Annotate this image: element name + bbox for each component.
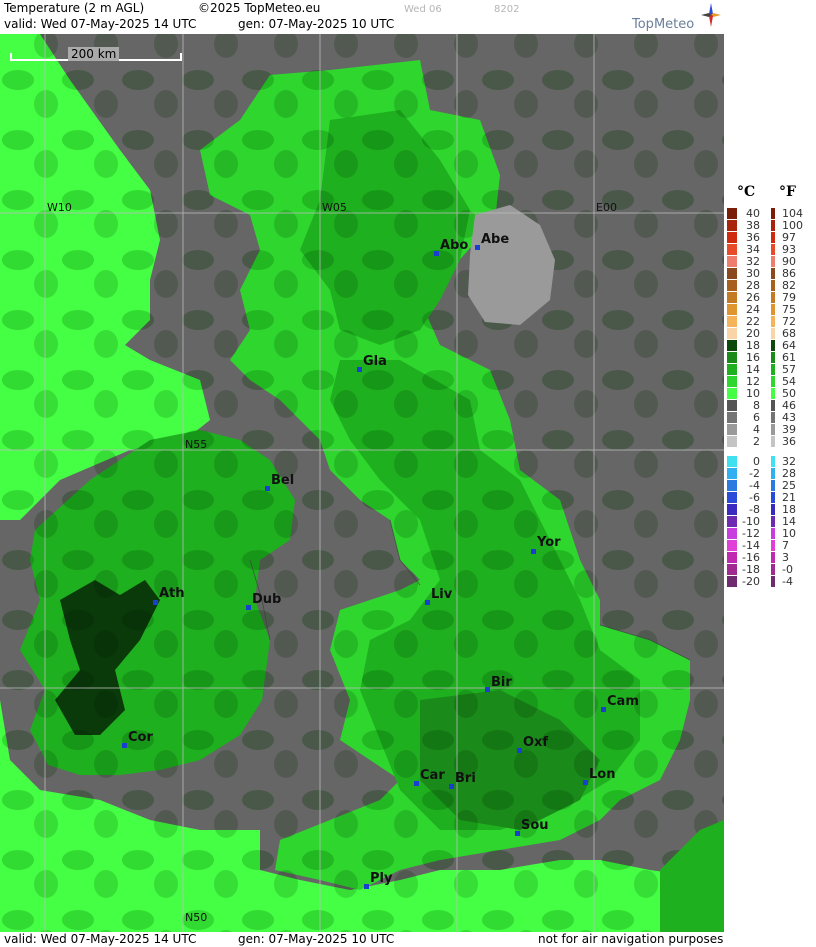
city-label: Car <box>420 768 445 783</box>
city-marker[interactable] <box>122 743 127 748</box>
legend-swatch-fahrenheit <box>771 424 775 435</box>
generation-time: gen: 07-May-2025 10 UTC <box>238 17 395 31</box>
city-marker[interactable] <box>449 784 454 789</box>
legend-swatch-fahrenheit <box>771 364 775 375</box>
city-label: Bri <box>455 771 476 786</box>
city-label: Abe <box>481 232 510 247</box>
city-marker[interactable] <box>517 748 522 753</box>
city-label: Yor <box>537 535 561 550</box>
legend-swatch-fahrenheit <box>771 492 775 503</box>
copyright: ©2025 TopMeteo.eu <box>198 1 321 15</box>
legend-swatch-fahrenheit <box>771 552 775 563</box>
map-canvas <box>0 34 724 932</box>
city-marker[interactable] <box>515 831 520 836</box>
legend-swatch-fahrenheit <box>771 232 775 243</box>
legend-swatch-fahrenheit <box>771 528 775 539</box>
legend-swatch-fahrenheit <box>771 468 775 479</box>
scale-bar: 200 km <box>10 47 182 63</box>
legend-label-fahrenheit: -4 <box>782 575 793 588</box>
legend-swatch-fahrenheit <box>771 376 775 387</box>
scale-label: 200 km <box>68 47 120 61</box>
city-label: Cor <box>128 730 153 745</box>
city-label: Cam <box>607 694 639 709</box>
city-label: Ply <box>370 871 393 886</box>
city-marker[interactable] <box>434 251 439 256</box>
valid-time: valid: Wed 07-May-2025 14 UTC <box>4 17 197 31</box>
legend-swatch-fahrenheit <box>771 540 775 551</box>
logo-text: TopMeteo <box>632 17 695 32</box>
legend-swatch-fahrenheit <box>771 328 775 339</box>
legend-swatch-fahrenheit <box>771 504 775 515</box>
legend-swatch-fahrenheit <box>771 576 775 587</box>
legend-label-celsius: 2 <box>753 435 760 448</box>
legend-swatch-fahrenheit <box>771 280 775 291</box>
footer-valid-time: valid: Wed 07-May-2025 14 UTC <box>4 932 197 946</box>
city-marker[interactable] <box>246 605 251 610</box>
disclaimer: not for air navigation purposes <box>538 932 724 946</box>
legend-swatch-fahrenheit <box>771 208 775 219</box>
legend-swatch-fahrenheit <box>771 388 775 399</box>
grid-label-w10: W10 <box>47 201 72 214</box>
temperature-map[interactable]: 200 km W10 W05 E00 N55 N50 Abo Abe Gla B… <box>0 34 724 932</box>
city-marker[interactable] <box>583 780 588 785</box>
legend-swatch-fahrenheit <box>771 220 775 231</box>
legend-swatch-fahrenheit <box>771 516 775 527</box>
legend-swatch-fahrenheit <box>771 400 775 411</box>
city-label: Dub <box>252 592 282 607</box>
city-marker[interactable] <box>485 687 490 692</box>
grid-label-e00: E00 <box>596 201 617 214</box>
product-title: Temperature (2 m AGL) <box>4 1 145 15</box>
legend-swatch-fahrenheit <box>771 292 775 303</box>
grid-label-n55: N55 <box>185 438 208 451</box>
city-label: Lon <box>589 767 616 782</box>
legend-label-fahrenheit: 36 <box>782 435 796 448</box>
legend-swatch-fahrenheit <box>771 456 775 467</box>
legend-swatch-fahrenheit <box>771 316 775 327</box>
city-label: Oxf <box>523 735 549 750</box>
city-label: Gla <box>363 354 387 369</box>
legend-swatch-fahrenheit <box>771 268 775 279</box>
legend-swatch-fahrenheit <box>771 480 775 491</box>
topmeteo-logo: TopMeteo <box>630 2 721 32</box>
legend-swatch-fahrenheit <box>771 340 775 351</box>
legend-swatch-fahrenheit <box>771 436 775 447</box>
legend-swatch-fahrenheit <box>771 244 775 255</box>
legend-swatch-fahrenheit <box>771 412 775 423</box>
compass-star-icon <box>701 3 721 27</box>
city-marker[interactable] <box>153 600 158 605</box>
legend-swatch-fahrenheit <box>771 564 775 575</box>
footer-generation-time: gen: 07-May-2025 10 UTC <box>238 932 395 946</box>
city-marker[interactable] <box>425 600 430 605</box>
legend-label-celsius: -20 <box>742 575 760 588</box>
fahrenheit-header: °F <box>779 184 796 200</box>
legend-swatch-fahrenheit <box>771 352 775 363</box>
city-marker[interactable] <box>364 884 369 889</box>
faint-code: 8202 <box>494 4 520 15</box>
city-label: Sou <box>521 818 549 833</box>
city-marker[interactable] <box>265 486 270 491</box>
city-marker[interactable] <box>357 367 362 372</box>
city-marker[interactable] <box>531 549 536 554</box>
city-label: Bir <box>491 675 512 690</box>
grid-label-n50: N50 <box>185 911 208 924</box>
city-label: Liv <box>431 587 453 602</box>
legend-swatch-fahrenheit <box>771 304 775 315</box>
city-marker[interactable] <box>475 245 480 250</box>
city-marker[interactable] <box>601 707 606 712</box>
faint-day: Wed 06 <box>404 4 442 15</box>
city-label: Ath <box>159 586 185 601</box>
city-label: Bel <box>271 473 295 488</box>
city-marker[interactable] <box>414 781 419 786</box>
city-label: Abo <box>440 238 469 253</box>
celsius-header: °C <box>737 184 756 200</box>
legend-swatch-fahrenheit <box>771 256 775 267</box>
grid-label-w05: W05 <box>322 201 347 214</box>
